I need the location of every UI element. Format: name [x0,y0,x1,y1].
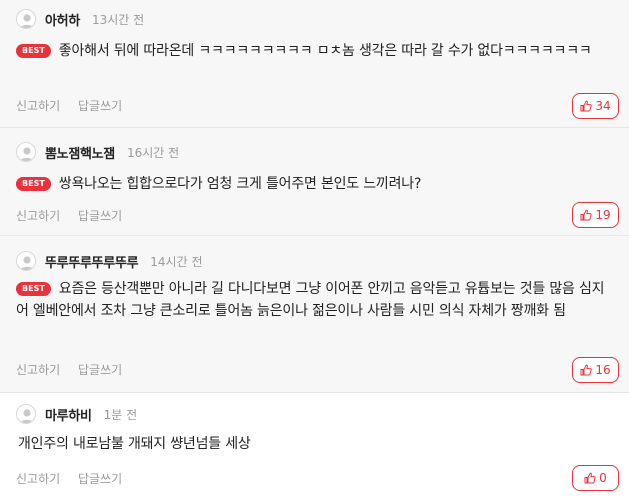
comment-author[interactable]: 뚜루뚜루뚜루뚜루 [45,252,139,271]
reply-button[interactable]: 답글쓰기 [78,472,122,486]
thumbs-up-icon [580,209,593,221]
comment-time: 1분 전 [103,407,138,422]
comment-text: 요즘은 등산객뿐만 아니라 길 다니다보면 그냥 이어폰 안끼고 음악듣고 유튭… [16,281,605,319]
like-button[interactable]: 34 [572,93,619,119]
best-badge: BEST [16,177,51,191]
like-button[interactable]: 16 [572,357,619,383]
reply-button[interactable]: 답글쓰기 [78,209,122,223]
comment-body: BEST 요즘은 등산객뿐만 아니라 길 다니다보면 그냥 이어폰 안끼고 음악듣… [16,278,615,322]
comment-body: BEST 쌍욕나오는 힙합으로다가 엄청 크게 틀어주면 본인도 느끼려나? [16,173,615,195]
comment-author[interactable]: 뽐노잼핵노잼 [45,143,115,162]
comment-actions: 신고하기 답글쓰기 [16,207,136,224]
like-count: 16 [595,363,611,377]
best-badge: BEST [16,44,51,58]
comment-actions: 신고하기 답글쓰기 [16,97,136,114]
comment-body: BEST 좋아해서 뒤에 따라온데 ㅋㅋㅋㅋㅋㅋㅋㅋㅋ ㅁㅊ놈 생각은 따라 갈 … [16,40,615,62]
comment-body: 개인주의 내로남불 개돼지 썅년넘들 세상 [18,433,615,455]
report-button[interactable]: 신고하기 [16,99,60,113]
like-button[interactable]: 19 [572,202,619,228]
comment-header: 뚜루뚜루뚜루뚜루 14시간 전 [16,251,203,271]
comment-text: 개인주의 내로남불 개돼지 썅년넘들 세상 [18,436,251,452]
thumbs-up-icon [580,100,593,112]
report-button[interactable]: 신고하기 [16,472,60,486]
comment-header: 뽐노잼핵노잼 16시간 전 [16,142,179,162]
comment-time: 13시간 전 [91,12,145,27]
best-badge: BEST [16,282,51,296]
comment-text: 쌍욕나오는 힙합으로다가 엄청 크게 틀어주면 본인도 느끼려나? [58,176,422,192]
comment-author[interactable]: 아허하 [45,10,80,29]
comment-header: 마루하비 1분 전 [16,404,137,424]
comment-author[interactable]: 마루하비 [45,405,92,424]
comment-actions: 신고하기 답글쓰기 [16,470,136,487]
user-avatar-icon[interactable] [16,9,36,29]
comment-item: 뽐노잼핵노잼 16시간 전 BEST 쌍욕나오는 힙합으로다가 엄청 크게 틀어주… [0,128,629,236]
report-button[interactable]: 신고하기 [16,209,60,223]
thumbs-up-icon [584,472,596,484]
comment-header: 아허하 13시간 전 [16,9,144,29]
comment-item: 뚜루뚜루뚜루뚜루 14시간 전 BEST 요즘은 등산객뿐만 아니라 길 다니다보… [0,236,629,393]
comment-item: 아허하 13시간 전 BEST 좋아해서 뒤에 따라온데 ㅋㅋㅋㅋㅋㅋㅋㅋㅋ ㅁㅊ… [0,0,629,128]
user-avatar-icon[interactable] [16,142,36,162]
user-avatar-icon[interactable] [16,404,36,424]
comment-time: 14시간 전 [150,254,203,269]
report-button[interactable]: 신고하기 [16,363,60,377]
comment-item: 마루하비 1분 전 개인주의 내로남불 개돼지 썅년넘들 세상 신고하기 답글쓰… [0,393,629,503]
reply-button[interactable]: 답글쓰기 [78,99,122,113]
like-button[interactable]: 0 [572,465,619,491]
like-count: 19 [595,208,611,222]
user-avatar-icon[interactable] [16,251,36,271]
like-count: 34 [595,99,611,113]
comment-list: 아허하 13시간 전 BEST 좋아해서 뒤에 따라온데 ㅋㅋㅋㅋㅋㅋㅋㅋㅋ ㅁㅊ… [0,0,629,503]
comment-text: 좋아해서 뒤에 따라온데 ㅋㅋㅋㅋㅋㅋㅋㅋㅋ ㅁㅊ놈 생각은 따라 갈 수가 없… [58,43,592,59]
comment-time: 16시간 전 [126,145,180,160]
reply-button[interactable]: 답글쓰기 [78,363,122,377]
thumbs-up-icon [580,364,593,376]
like-count: 0 [599,471,607,485]
comment-actions: 신고하기 답글쓰기 [16,361,136,378]
